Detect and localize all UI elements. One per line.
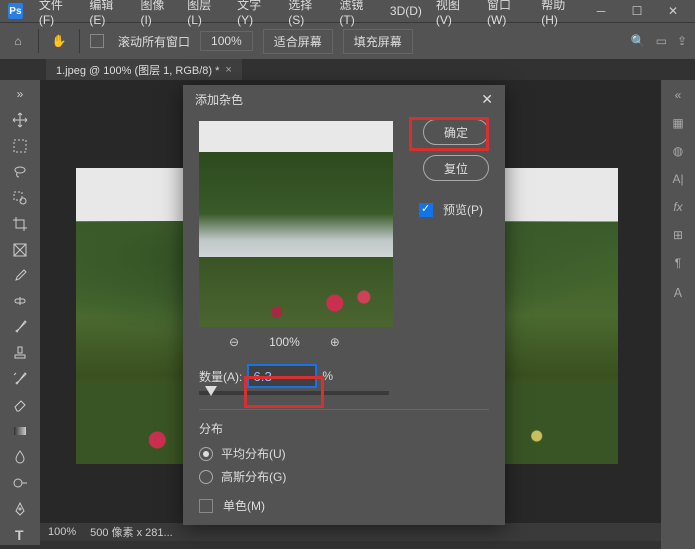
workspace-icon[interactable]: ▭ [656,34,667,48]
hand-tool-icon[interactable]: ✋ [49,31,69,51]
zoom-in-icon[interactable]: ⊕ [330,335,340,349]
preview-image[interactable] [199,121,393,327]
amount-slider[interactable] [199,391,389,395]
healing-tool[interactable] [8,292,32,312]
menu-view[interactable]: 视图(V) [430,0,479,29]
gradient-tool[interactable] [8,421,32,441]
gaussian-radio[interactable] [199,470,213,484]
type-tool[interactable]: T [8,525,32,545]
brush-tool[interactable] [8,317,32,337]
menu-help[interactable]: 帮助(H) [535,0,585,29]
tab-close-icon[interactable]: × [225,64,231,76]
ok-button[interactable]: 确定 [423,119,489,145]
paragraph-icon[interactable]: ¶ [675,256,681,270]
history-brush-tool[interactable] [8,369,32,389]
menu-window[interactable]: 窗口(W) [481,0,533,29]
swatches-icon[interactable]: ⊞ [673,228,683,242]
scroll-all-label: 滚动所有窗口 [118,33,190,50]
menu-file[interactable]: 文件(F) [33,0,82,29]
amount-unit: % [322,369,333,383]
menu-layer[interactable]: 图层(L) [181,0,229,29]
color-icon[interactable]: ◍ [673,144,683,158]
move-tool[interactable] [8,110,32,130]
eraser-tool[interactable] [8,395,32,415]
reset-button[interactable]: 复位 [423,155,489,181]
home-icon[interactable]: ⌂ [8,31,28,51]
zoom-out-icon[interactable]: ⊖ [229,335,239,349]
document-tab[interactable]: 1.jpeg @ 100% (图层 1, RGB/8) * × [46,59,242,81]
scroll-all-checkbox[interactable] [90,34,104,48]
amount-input[interactable] [248,365,316,387]
panel-expand-icon[interactable]: « [675,88,682,102]
fx-icon[interactable]: fx [673,200,682,214]
marquee-tool[interactable] [8,136,32,156]
preview-zoom-value: 100% [269,335,300,349]
crop-tool[interactable] [8,214,32,234]
search-icon[interactable]: 🔍 [631,34,646,48]
slider-thumb[interactable] [205,386,217,396]
preview-checkbox[interactable] [419,203,433,217]
minimize-button[interactable]: ─ [587,2,615,20]
tab-title: 1.jpeg @ 100% (图层 1, RGB/8) * [56,62,219,78]
blur-tool[interactable] [8,447,32,467]
frame-tool[interactable] [8,240,32,260]
status-zoom: 100% [48,526,76,538]
libraries-icon[interactable]: ▦ [672,116,683,130]
close-button[interactable]: ✕ [659,2,687,20]
eyedropper-tool[interactable] [8,266,32,286]
dialog-title: 添加杂色 [195,91,243,108]
distribution-label: 分布 [199,420,489,437]
lasso-tool[interactable] [8,162,32,182]
menu-filter[interactable]: 滤镜(T) [333,0,382,29]
expand-panel-icon[interactable]: » [8,84,32,104]
uniform-radio[interactable] [199,447,213,461]
uniform-label: 平均分布(U) [221,445,286,462]
menu-3d[interactable]: 3D(D) [384,2,428,20]
share-icon[interactable]: ⇪ [677,34,687,48]
preview-label: 预览(P) [443,201,483,218]
monochrome-label: 单色(M) [223,497,265,514]
menu-type[interactable]: 文字(Y) [231,0,280,29]
divider [79,29,80,53]
menu-image[interactable]: 图像(I) [134,0,179,29]
quick-select-tool[interactable] [8,188,32,208]
fill-screen-button[interactable]: 填充屏幕 [343,29,413,54]
zoom-value[interactable]: 100% [200,31,253,51]
divider [38,29,39,53]
dialog-close-icon[interactable]: ✕ [481,91,493,108]
glyphs-icon[interactable]: Ａ [672,284,684,301]
menu-select[interactable]: 选择(S) [282,0,331,29]
maximize-button[interactable]: ☐ [623,2,651,20]
dodge-tool[interactable] [8,473,32,493]
status-dimensions: 500 像素 x 281... [90,524,173,540]
menu-edit[interactable]: 编辑(E) [83,0,132,29]
fit-screen-button[interactable]: 适合屏幕 [263,29,333,54]
stamp-tool[interactable] [8,343,32,363]
character-icon[interactable]: A| [672,172,683,186]
gaussian-label: 高斯分布(G) [221,468,286,485]
amount-label: 数量(A): [199,368,242,385]
app-logo: Ps [8,3,23,19]
monochrome-checkbox[interactable] [199,499,213,513]
pen-tool[interactable] [8,499,32,519]
add-noise-dialog: 添加杂色 ✕ ⊖ 100% ⊕ 数量(A): % 分布 平均分布(U) 高斯分布… [183,85,505,525]
